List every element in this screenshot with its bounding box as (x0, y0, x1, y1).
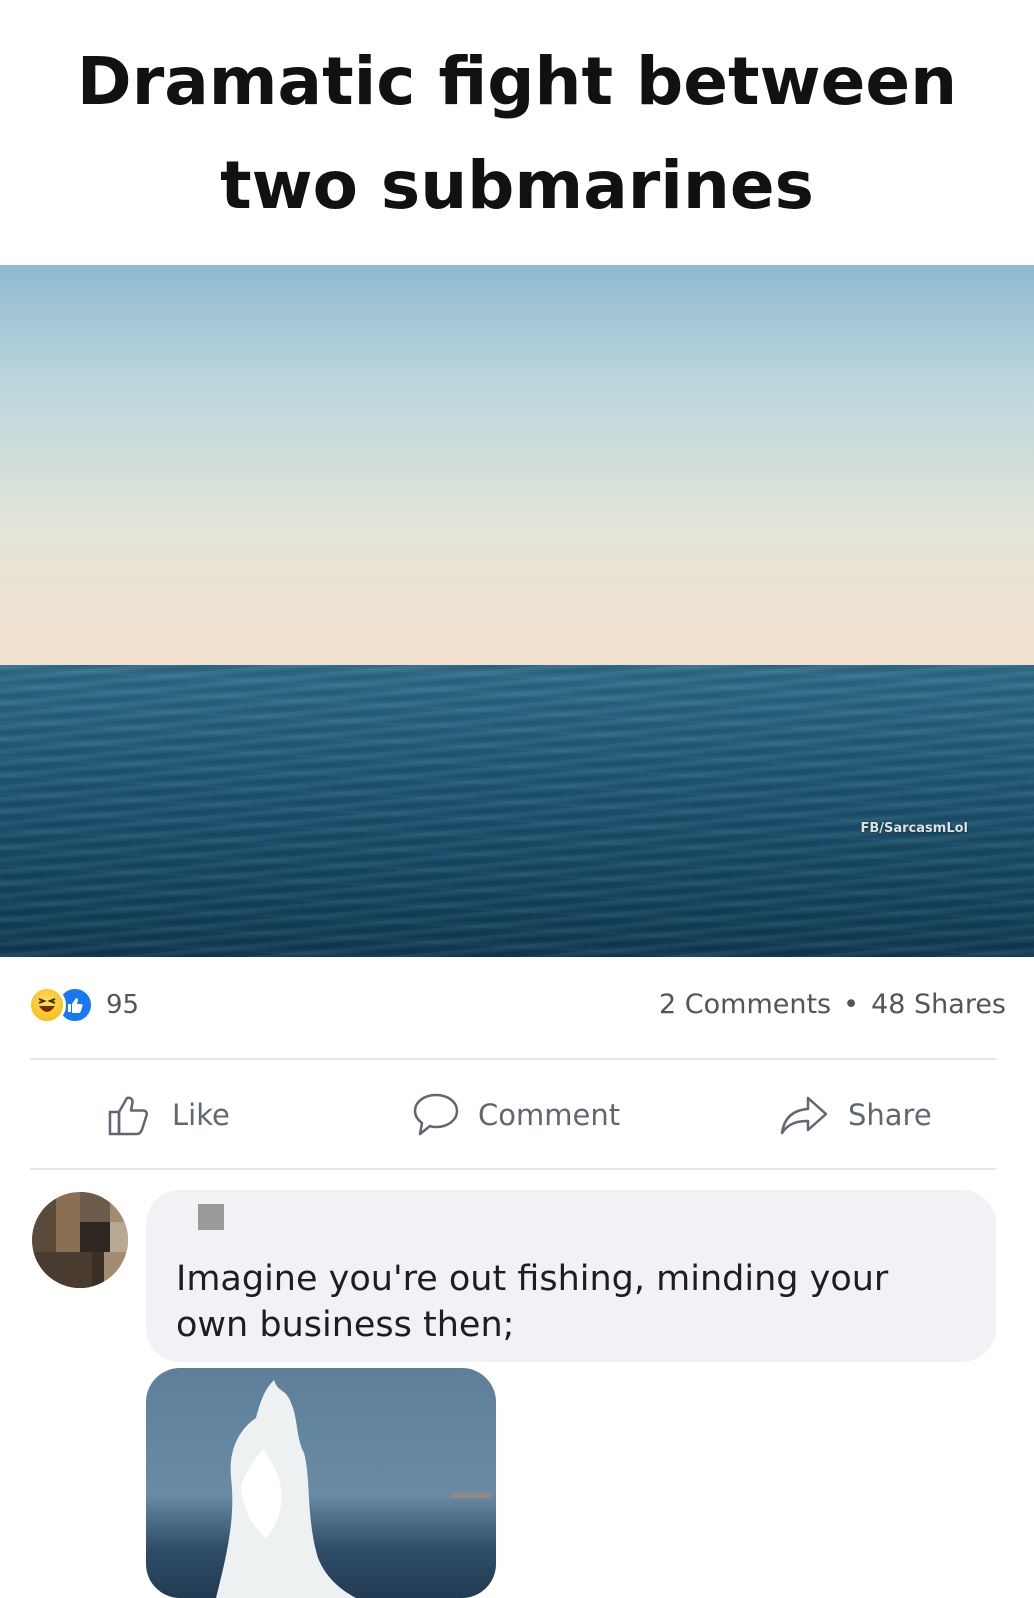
comments-count[interactable]: 2 Comments (659, 989, 831, 1020)
post-title-line-1: Dramatic fight between (76, 43, 958, 120)
divider (30, 1058, 996, 1060)
post-stats: 95 2 Comments • 48 Shares (28, 985, 1006, 1025)
reaction-count: 95 (106, 990, 140, 1020)
share-label: Share (848, 1098, 932, 1132)
comment-label: Comment (478, 1098, 621, 1132)
engagement-counts: 2 Comments • 48 Shares (659, 985, 1006, 1025)
comment-bubble: Imagine you're out fishing, minding your… (146, 1190, 996, 1362)
comment-text: Imagine you're out fishing, minding your… (176, 1259, 889, 1345)
comment-button[interactable]: Comment (410, 1085, 620, 1145)
reactions-summary[interactable]: 95 (28, 985, 139, 1025)
comment-image-attachment[interactable] (146, 1368, 496, 1598)
sea-area (0, 665, 1034, 957)
commenter-name-redacted[interactable] (198, 1204, 224, 1230)
like-label: Like (172, 1098, 230, 1132)
water-explosion-image (216, 1380, 491, 1598)
post-image[interactable]: FB/SarcasmLol (0, 265, 1034, 957)
image-watermark: FB/SarcasmLol (860, 821, 968, 836)
count-separator: • (843, 989, 860, 1020)
haha-reaction-icon (28, 986, 66, 1024)
share-arrow-icon (780, 1096, 828, 1135)
shares-count[interactable]: 48 Shares (871, 989, 1006, 1020)
commenter-avatar[interactable] (32, 1192, 128, 1288)
post-title-line-2: two submarines (220, 147, 814, 224)
sky-area (0, 265, 1034, 665)
thumbs-up-icon (108, 1096, 149, 1136)
comment-bubble-icon (413, 1093, 459, 1136)
post-actions: Like Comment Share (30, 1085, 996, 1145)
like-button[interactable]: Like (106, 1085, 230, 1145)
share-button[interactable]: Share (778, 1085, 932, 1145)
divider (30, 1168, 996, 1170)
post-title: Dramatic fight between two submarines (0, 30, 1034, 238)
